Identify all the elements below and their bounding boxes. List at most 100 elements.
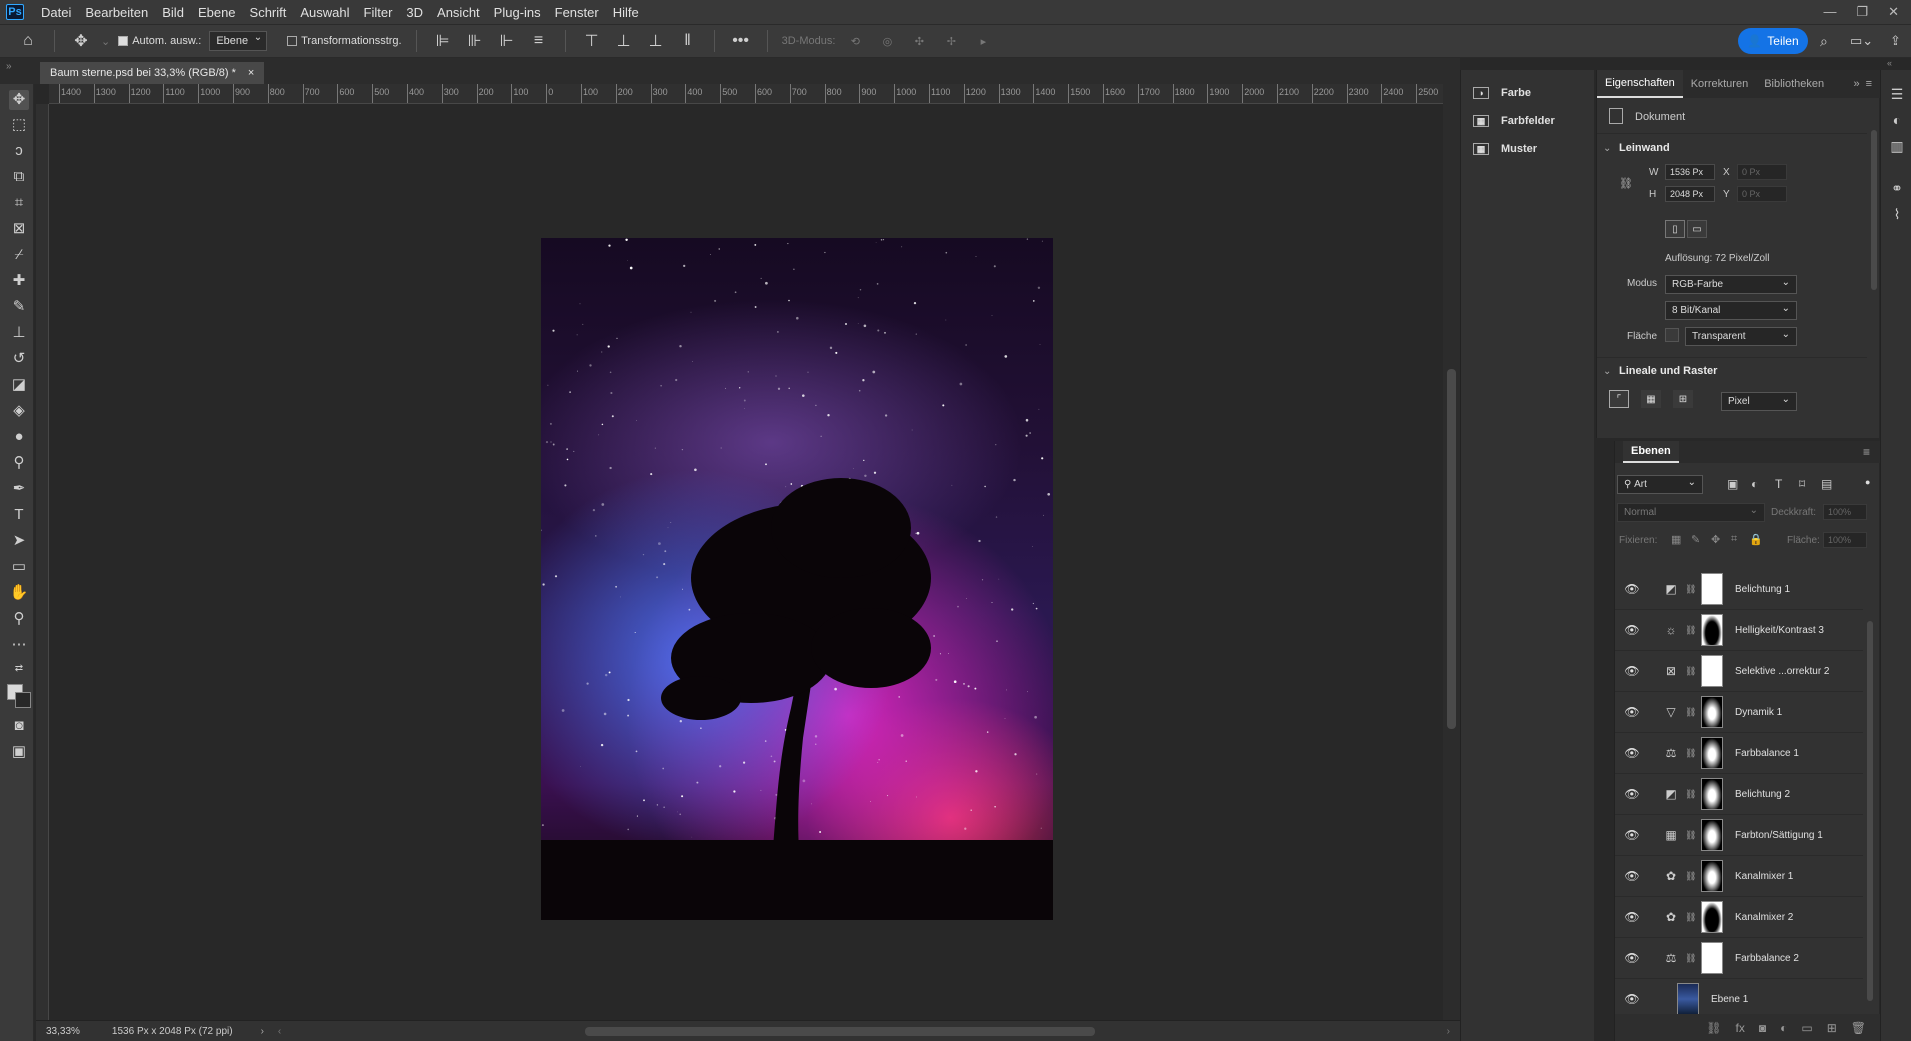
status-menu-chevron-icon[interactable]: › — [261, 1026, 264, 1037]
lock-all-icon[interactable]: 🔒 — [1749, 533, 1763, 546]
collapse-panels-icon[interactable]: « — [1887, 58, 1892, 68]
minimize-icon[interactable]: — — [1823, 4, 1836, 20]
zoom-level[interactable]: 33,33% — [46, 1026, 80, 1037]
align-bottom-icon[interactable]: ⊥ — [644, 31, 668, 51]
lock-pixels-icon[interactable]: ✎ — [1691, 533, 1700, 546]
filter-type-icon[interactable]: T — [1775, 477, 1782, 491]
layer-name[interactable]: Belichtung 2 — [1735, 789, 1790, 800]
search-icon[interactable]: ⌕ — [1820, 33, 1828, 50]
layer-filter-select[interactable]: ⚲ Art — [1617, 475, 1703, 494]
filter-adjustment-icon[interactable]: ◐ — [1751, 477, 1758, 491]
visibility-eye-icon[interactable]: 👁 — [1623, 582, 1641, 596]
align-left-icon[interactable]: ⊫ — [431, 31, 455, 51]
y-field[interactable]: 0 Px — [1737, 186, 1787, 202]
layer-mask-thumbnail[interactable] — [1701, 696, 1723, 728]
layer-row[interactable]: 👁 ⚖ ⛓ Farbbalance 1 — [1615, 733, 1863, 774]
menu-bearbeiten[interactable]: Bearbeiten — [78, 5, 155, 20]
layer-mask-thumbnail[interactable] — [1701, 614, 1723, 646]
layer-name[interactable]: Farbbalance 1 — [1735, 748, 1799, 759]
fill-swatch[interactable] — [1665, 328, 1679, 342]
layer-row[interactable]: 👁 ▽ ⛓ Dynamik 1 — [1615, 692, 1863, 733]
mask-link-icon[interactable]: ⛓ — [1685, 912, 1697, 923]
link-dimensions-icon[interactable]: ⛓ — [1619, 177, 1633, 190]
menu-hilfe[interactable]: Hilfe — [606, 5, 646, 20]
more-options-icon[interactable]: ••• — [729, 32, 753, 50]
height-field[interactable]: 2048 Px — [1665, 186, 1715, 202]
object-select-tool-icon[interactable]: ⧉ — [9, 167, 29, 187]
menu-fenster[interactable]: Fenster — [548, 5, 606, 20]
channels-panel-icon[interactable]: ⚭ — [1889, 180, 1905, 196]
layer-mask-thumbnail[interactable] — [1701, 942, 1723, 974]
history-brush-tool-icon[interactable]: ↺ — [9, 349, 29, 369]
layer-row[interactable]: 👁 ⚖ ⛓ Farbbalance 2 — [1615, 938, 1863, 979]
mask-link-icon[interactable]: ⛓ — [1685, 830, 1697, 841]
layer-mask-thumbnail[interactable] — [1701, 655, 1723, 687]
document-info[interactable]: 1536 Px x 2048 Px (72 ppi) — [112, 1026, 233, 1037]
align-middle-icon[interactable]: ⊥ — [612, 31, 636, 51]
menu-bild[interactable]: Bild — [155, 5, 191, 20]
layer-mask-thumbnail[interactable] — [1701, 860, 1723, 892]
layer-name[interactable]: Belichtung 1 — [1735, 584, 1790, 595]
eraser-tool-icon[interactable]: ◪ — [9, 375, 29, 395]
workspace-icon[interactable]: ▭⌄ — [1850, 33, 1873, 49]
mask-link-icon[interactable]: ⛓ — [1685, 748, 1697, 759]
layer-row[interactable]: 👁 ◩ ⛓ Belichtung 1 — [1615, 569, 1863, 610]
properties-panel-icon[interactable]: ☰ — [1889, 86, 1905, 102]
lasso-tool-icon[interactable]: ↄ — [9, 141, 29, 161]
filter-toggle-icon[interactable]: ● — [1865, 477, 1870, 487]
frame-tool-icon[interactable]: ⊠ — [9, 219, 29, 239]
lock-artboard-icon[interactable]: ⌗ — [1731, 533, 1737, 546]
add-mask-icon[interactable]: ◙ — [1759, 1021, 1766, 1035]
visibility-eye-icon[interactable]: 👁 — [1623, 951, 1641, 965]
visibility-eye-icon[interactable]: 👁 — [1623, 623, 1641, 637]
expand-panel-icon[interactable]: » — [1853, 78, 1859, 90]
panel-item-farbe[interactable]: ◑ Farbe — [1473, 87, 1531, 99]
adjustments-panel-icon[interactable]: ◐ — [1889, 112, 1905, 128]
mask-link-icon[interactable]: ⛓ — [1685, 789, 1697, 800]
crop-tool-icon[interactable]: ⌗ — [9, 193, 29, 213]
new-layer-icon[interactable]: ⊞ — [1827, 1021, 1837, 1035]
x-field[interactable]: 0 Px — [1737, 164, 1787, 180]
visibility-eye-icon[interactable]: 👁 — [1623, 746, 1641, 760]
menu-ebene[interactable]: Ebene — [191, 5, 243, 20]
mask-link-icon[interactable]: ⛓ — [1685, 871, 1697, 882]
lock-transparent-icon[interactable]: ▦ — [1671, 533, 1681, 546]
background-color-swatch[interactable] — [15, 692, 31, 708]
path-selection-tool-icon[interactable]: ➤ — [9, 531, 29, 551]
layer-row[interactable]: 👁 ✿ ⛓ Kanalmixer 1 — [1615, 856, 1863, 897]
menu-ansicht[interactable]: Ansicht — [430, 5, 487, 20]
new-adjustment-icon[interactable]: ◐ — [1780, 1021, 1787, 1035]
landscape-orientation-icon[interactable]: ▭ — [1687, 220, 1707, 238]
visibility-eye-icon[interactable]: 👁 — [1623, 828, 1641, 842]
paint-bucket-tool-icon[interactable]: ◈ — [9, 401, 29, 421]
mask-link-icon[interactable]: ⛓ — [1685, 666, 1697, 677]
transform-controls-checkbox[interactable]: Transformationsstrg. — [287, 35, 402, 47]
layer-name[interactable]: Ebene 1 — [1711, 994, 1748, 1005]
tab-ebenen[interactable]: Ebenen — [1623, 441, 1679, 463]
pen-tool-icon[interactable]: ✒ — [9, 479, 29, 499]
zoom-tool-icon[interactable]: ⚲ — [9, 609, 29, 629]
clone-stamp-tool-icon[interactable]: ⊥ — [9, 323, 29, 343]
layer-mask-thumbnail[interactable] — [1701, 778, 1723, 810]
menu-datei[interactable]: Datei — [34, 5, 78, 20]
delete-layer-icon[interactable]: 🗑 — [1851, 1021, 1866, 1035]
layer-name[interactable]: Kanalmixer 1 — [1735, 871, 1793, 882]
document-tab[interactable]: Baum sterne.psd bei 33,3% (RGB/8) * × — [40, 62, 265, 84]
hand-tool-icon[interactable]: ✋ — [9, 583, 29, 603]
grid-icon[interactable]: ▦ — [1641, 390, 1661, 408]
menu-3d[interactable]: 3D — [399, 5, 430, 20]
blend-mode-select[interactable]: Normal — [1617, 503, 1765, 522]
auto-select-checkbox[interactable]: Autom. ausw.: — [118, 35, 201, 47]
filter-shape-icon[interactable]: ⌑ — [1799, 477, 1805, 491]
layer-name[interactable]: Helligkeit/Kontrast 3 — [1735, 625, 1824, 636]
export-icon[interactable]: ⇪ — [1890, 33, 1901, 49]
layer-mask-thumbnail[interactable] — [1701, 737, 1723, 769]
align-center-icon[interactable]: ⊪ — [463, 31, 487, 51]
panel-item-farbfelder[interactable]: ▦ Farbfelder — [1473, 115, 1555, 127]
close-icon[interactable]: ✕ — [1888, 4, 1899, 20]
rulers-grid-section-head[interactable]: Lineale und Raster — [1619, 365, 1717, 377]
layer-name[interactable]: Kanalmixer 2 — [1735, 912, 1793, 923]
layer-name[interactable]: Selektive ...orrektur 2 — [1735, 666, 1829, 677]
layer-name[interactable]: Farbbalance 2 — [1735, 953, 1799, 964]
distribute-icon[interactable]: ≡ — [527, 32, 551, 50]
